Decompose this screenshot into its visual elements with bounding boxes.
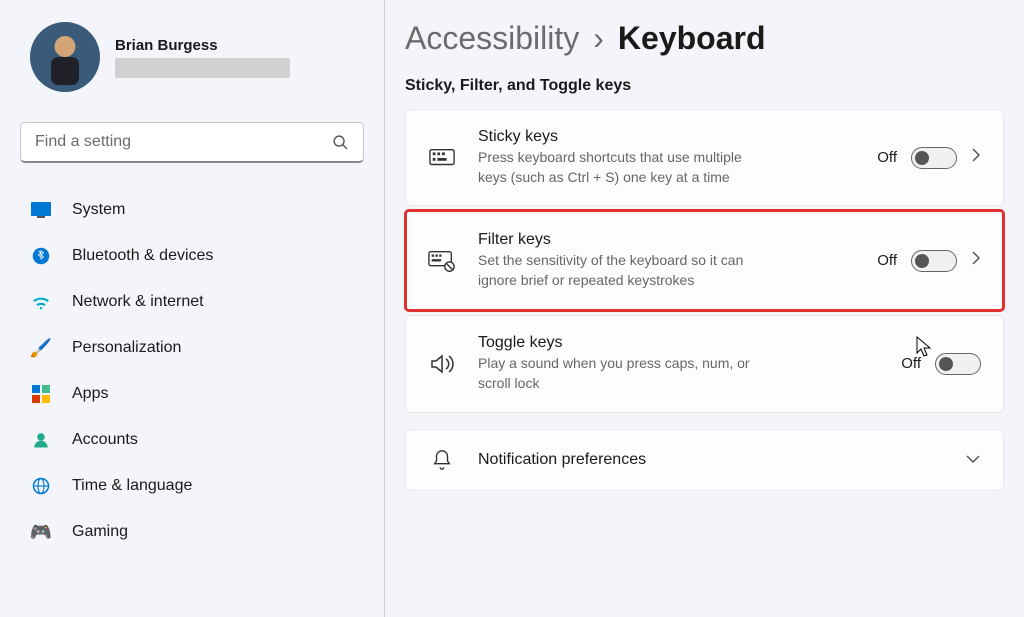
nav-label: Gaming <box>72 523 128 541</box>
bell-icon <box>428 448 456 472</box>
toggle-state-label: Off <box>877 252 897 269</box>
card-toggle-keys[interactable]: Toggle keys Play a sound when you press … <box>405 315 1004 412</box>
nav-label: Personalization <box>72 339 181 357</box>
chevron-right-icon: › <box>593 20 604 57</box>
content-area: Accessibility › Keyboard Sticky, Filter,… <box>385 0 1024 617</box>
sidebar-item-accounts[interactable]: Accounts <box>20 417 364 463</box>
card-controls <box>965 451 981 469</box>
section-heading: Sticky, Filter, and Toggle keys <box>405 77 1004 95</box>
sidebar: Brian Burgess System Bluetooth & devices… <box>0 0 385 617</box>
sidebar-item-network[interactable]: Network & internet <box>20 279 364 325</box>
profile-name: Brian Burgess <box>115 37 290 54</box>
breadcrumb-parent[interactable]: Accessibility <box>405 20 579 57</box>
settings-cards: Sticky keys Press keyboard shortcuts tha… <box>405 109 1004 491</box>
toggle-state-label: Off <box>877 149 897 166</box>
sidebar-item-system[interactable]: System <box>20 187 364 233</box>
nav-label: System <box>72 201 125 219</box>
card-description: Set the sensitivity of the keyboard so i… <box>478 251 768 290</box>
apps-icon <box>30 383 52 405</box>
card-controls: Off <box>901 353 981 375</box>
chevron-right-icon[interactable] <box>971 250 981 271</box>
card-controls: Off <box>877 147 981 169</box>
sidebar-item-bluetooth[interactable]: Bluetooth & devices <box>20 233 364 279</box>
gamepad-icon: 🎮 <box>30 521 52 543</box>
nav-list: System Bluetooth & devices Network & int… <box>20 187 364 555</box>
card-title: Sticky keys <box>478 128 855 146</box>
card-sticky-keys[interactable]: Sticky keys Press keyboard shortcuts tha… <box>405 109 1004 206</box>
filter-keys-toggle[interactable] <box>911 250 957 272</box>
speaker-icon <box>428 353 456 375</box>
chevron-down-icon[interactable] <box>965 451 981 469</box>
toggle-state-label: Off <box>901 355 921 372</box>
chevron-right-icon[interactable] <box>971 147 981 168</box>
card-body: Filter keys Set the sensitivity of the k… <box>478 231 855 290</box>
person-icon <box>30 429 52 451</box>
sidebar-item-gaming[interactable]: 🎮 Gaming <box>20 509 364 555</box>
card-description: Play a sound when you press caps, num, o… <box>478 354 768 393</box>
wifi-icon <box>30 291 52 313</box>
search-box[interactable] <box>20 122 364 163</box>
card-title: Filter keys <box>478 231 855 249</box>
card-body: Notification preferences <box>478 451 943 469</box>
search-input[interactable] <box>35 133 332 151</box>
page-title: Keyboard <box>618 20 766 57</box>
profile-block[interactable]: Brian Burgess <box>30 22 364 92</box>
card-controls: Off <box>877 250 981 272</box>
nav-label: Accounts <box>72 431 138 449</box>
keyboard-filter-icon <box>428 250 456 272</box>
card-description: Press keyboard shortcuts that use multip… <box>478 148 768 187</box>
avatar <box>30 22 100 92</box>
nav-label: Apps <box>72 385 108 403</box>
profile-text: Brian Burgess <box>115 37 290 78</box>
paintbrush-icon: 🖌️ <box>30 337 52 359</box>
toggle-keys-toggle[interactable] <box>935 353 981 375</box>
globe-icon <box>30 475 52 497</box>
breadcrumb: Accessibility › Keyboard <box>405 20 1004 57</box>
sidebar-item-personalization[interactable]: 🖌️ Personalization <box>20 325 364 371</box>
bluetooth-icon <box>30 245 52 267</box>
card-title: Notification preferences <box>478 451 943 469</box>
sticky-keys-toggle[interactable] <box>911 147 957 169</box>
card-body: Sticky keys Press keyboard shortcuts tha… <box>478 128 855 187</box>
search-icon <box>332 134 349 151</box>
profile-email-redacted <box>115 58 290 78</box>
nav-label: Network & internet <box>72 293 204 311</box>
keyboard-icon <box>428 148 456 168</box>
nav-label: Time & language <box>72 477 192 495</box>
sidebar-item-apps[interactable]: Apps <box>20 371 364 417</box>
display-icon <box>30 199 52 221</box>
card-title: Toggle keys <box>478 334 879 352</box>
card-notification-preferences[interactable]: Notification preferences <box>405 429 1004 491</box>
card-body: Toggle keys Play a sound when you press … <box>478 334 879 393</box>
nav-label: Bluetooth & devices <box>72 247 213 265</box>
sidebar-item-time-language[interactable]: Time & language <box>20 463 364 509</box>
card-filter-keys[interactable]: Filter keys Set the sensitivity of the k… <box>405 210 1004 311</box>
